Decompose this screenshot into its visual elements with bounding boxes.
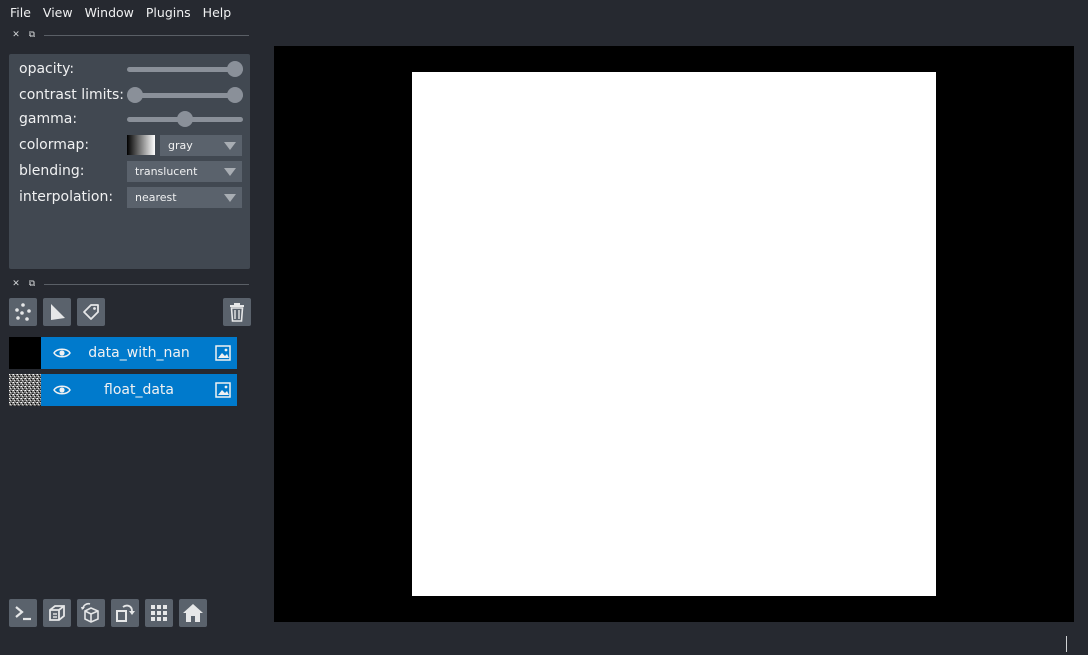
contrast-limits-slider-track xyxy=(127,93,243,98)
grid-view-button[interactable] xyxy=(145,599,173,627)
blending-dropdown[interactable]: translucent xyxy=(127,161,242,182)
layer-item-body[interactable]: float_data xyxy=(41,374,237,406)
gamma-row: gamma: xyxy=(19,108,244,130)
layer-controls-dock-handle: ✕ ⧉ xyxy=(8,29,249,41)
viewer-canvas[interactable] xyxy=(274,46,1074,622)
chevron-down-icon xyxy=(224,194,236,202)
roll-icon xyxy=(81,602,99,623)
layer-list-dock-handle: ✕ ⧉ xyxy=(8,278,249,290)
ndisplay-button[interactable] xyxy=(43,599,71,627)
opacity-label: opacity: xyxy=(19,61,75,77)
contrast-limits-label: contrast limits: xyxy=(19,87,124,103)
ndisplay-icon xyxy=(49,605,65,621)
menu-bar: File View Window Plugins Help xyxy=(0,0,1088,24)
chevron-down-icon xyxy=(224,142,236,150)
colormap-value: gray xyxy=(168,139,193,152)
menu-window[interactable]: Window xyxy=(79,5,140,20)
layer-name[interactable]: data_with_nan xyxy=(71,337,207,369)
layer-item[interactable]: float_data xyxy=(9,374,237,406)
contrast-limits-low-handle[interactable] xyxy=(127,87,143,103)
image-icon xyxy=(215,345,231,361)
new-labels-button[interactable] xyxy=(77,298,105,326)
close-dock-icon[interactable]: ✕ xyxy=(8,279,24,289)
chevron-down-icon xyxy=(224,168,236,176)
opacity-slider-handle[interactable] xyxy=(227,61,243,77)
new-points-icon xyxy=(15,303,31,321)
interpolation-label: interpolation: xyxy=(19,189,114,205)
layer-item-body[interactable]: data_with_nan xyxy=(41,337,237,369)
opacity-slider[interactable] xyxy=(127,58,243,80)
roll-dims-button[interactable] xyxy=(77,599,105,627)
layer-controls-panel: opacity: contrast limits: gamma: colorma… xyxy=(9,54,250,269)
colormap-label: colormap: xyxy=(19,137,90,153)
eye-icon[interactable] xyxy=(53,382,71,398)
home-button[interactable] xyxy=(179,599,207,627)
new-shapes-icon xyxy=(51,304,65,320)
colormap-dropdown[interactable]: gray xyxy=(160,135,242,156)
blending-row: blending: translucent xyxy=(19,160,244,182)
home-icon xyxy=(183,604,203,622)
new-points-button[interactable] xyxy=(9,298,37,326)
console-icon xyxy=(15,606,31,621)
colormap-row: colormap: gray xyxy=(19,134,244,156)
eye-icon[interactable] xyxy=(53,345,71,361)
contrast-limits-row: contrast limits: xyxy=(19,84,244,106)
delete-layer-button[interactable] xyxy=(223,298,251,326)
float-dock-icon[interactable]: ⧉ xyxy=(24,30,40,40)
layer-thumbnail xyxy=(9,337,41,369)
blending-label: blending: xyxy=(19,163,85,179)
interpolation-dropdown[interactable]: nearest xyxy=(127,187,242,208)
grid-icon xyxy=(151,605,167,621)
contrast-limits-high-handle[interactable] xyxy=(227,87,243,103)
layer-name[interactable]: float_data xyxy=(71,374,207,406)
gamma-slider-handle[interactable] xyxy=(177,111,193,127)
float-dock-icon[interactable]: ⧉ xyxy=(24,279,40,289)
menu-help[interactable]: Help xyxy=(197,5,238,20)
dock-divider xyxy=(44,283,249,285)
delete-layer-icon xyxy=(230,303,244,322)
interpolation-row: interpolation: nearest xyxy=(19,186,244,208)
dock-divider xyxy=(44,34,249,36)
rendered-image xyxy=(412,72,936,596)
gamma-label: gamma: xyxy=(19,111,78,127)
gamma-slider[interactable] xyxy=(127,108,243,130)
new-labels-icon xyxy=(83,304,99,320)
menu-file[interactable]: File xyxy=(4,5,37,20)
console-button[interactable] xyxy=(9,599,37,627)
image-icon xyxy=(215,382,231,398)
opacity-row: opacity: xyxy=(19,58,244,80)
opacity-slider-track xyxy=(127,67,243,72)
status-bar-divider xyxy=(1066,636,1067,652)
new-shapes-button[interactable] xyxy=(43,298,71,326)
menu-plugins[interactable]: Plugins xyxy=(140,5,197,20)
layer-thumbnail xyxy=(9,374,41,406)
close-dock-icon[interactable]: ✕ xyxy=(8,30,24,40)
transpose-icon xyxy=(116,604,135,622)
transpose-dims-button[interactable] xyxy=(111,599,139,627)
contrast-limits-slider[interactable] xyxy=(127,84,243,106)
menu-view[interactable]: View xyxy=(37,5,79,20)
noise-thumbnail-graphic xyxy=(9,374,41,406)
layer-item[interactable]: data_with_nan xyxy=(9,337,237,369)
colormap-swatch xyxy=(127,135,155,155)
interpolation-value: nearest xyxy=(135,191,177,204)
blending-value: translucent xyxy=(135,165,198,178)
